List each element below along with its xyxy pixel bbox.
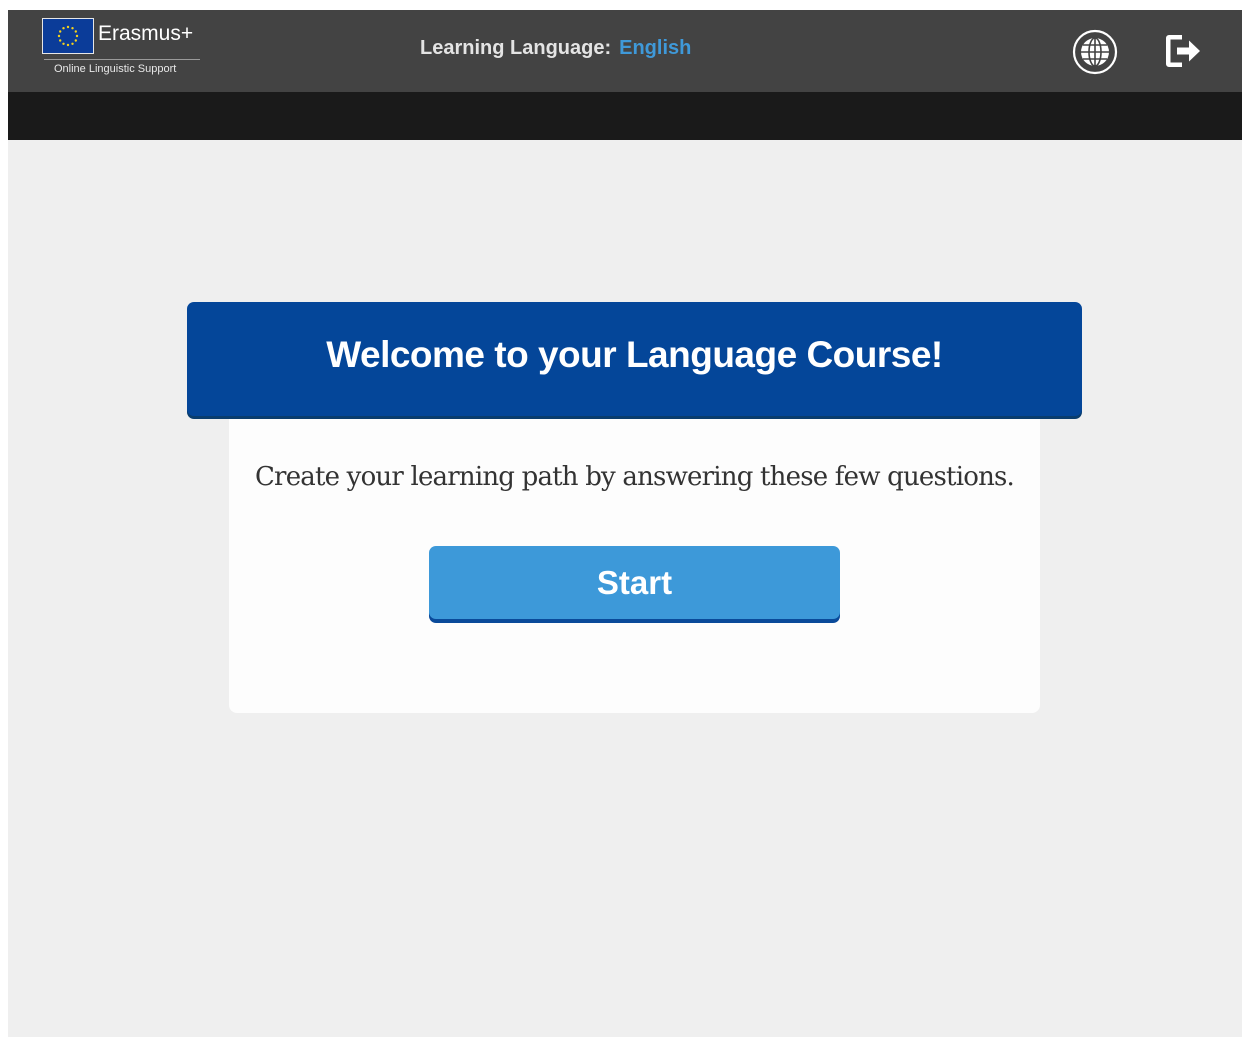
app-window: Erasmus+ Online Linguistic Support Learn… [8,10,1242,1037]
language-selector-button[interactable] [1072,29,1118,75]
top-navigation-bar: Erasmus+ Online Linguistic Support Learn… [8,10,1242,92]
globe-icon [1072,29,1118,75]
secondary-bar [8,92,1242,140]
welcome-description: Create your learning path by answering t… [254,462,1015,492]
learning-language-label: Learning Language: [420,37,612,59]
page-title: Welcome to your Language Course! [326,334,943,375]
start-button[interactable]: Start [429,546,840,619]
brand-name: Erasmus+ [98,22,194,45]
eu-flag-icon [42,18,94,54]
brand-subtitle: Online Linguistic Support [54,63,177,75]
welcome-card: Create your learning path by answering t… [229,370,1040,713]
erasmus-logo[interactable]: Erasmus+ Online Linguistic Support [42,18,202,80]
learning-language-value[interactable]: English [619,37,691,59]
welcome-banner: Welcome to your Language Course! [187,302,1082,416]
logout-icon [1166,35,1200,67]
brand-divider [44,59,200,60]
learning-language: Learning Language: English [420,37,691,60]
logout-button[interactable] [1160,29,1204,73]
